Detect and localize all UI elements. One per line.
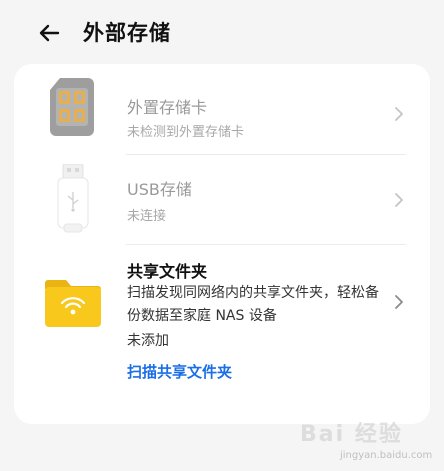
usb-storage-title: USB存储 — [127, 180, 192, 199]
shared-folder-description: 扫描发现同网络内的共享文件夹，轻松备份数据至家庭 NAS 设备 — [127, 285, 379, 324]
usb-drive-icon — [56, 163, 90, 238]
header: 外部存储 — [0, 0, 444, 66]
watermark: Bai 经验 jingyan.baidu.com — [300, 416, 440, 468]
scan-shared-folder-link[interactable]: 扫描共享文件夹 — [127, 361, 232, 382]
shared-folder-title: 共享文件夹 — [127, 262, 208, 281]
back-arrow-icon — [39, 24, 60, 42]
watermark-url: jingyan.baidu.com — [340, 450, 433, 461]
sd-card-subtitle: 未检测到外置存储卡 — [127, 125, 245, 140]
shared-folder-status: 未添加 — [127, 333, 169, 349]
sd-card-item[interactable]: 外置存储卡 未检测到外置存储卡 — [14, 72, 430, 154]
page-title: 外部存储 — [83, 21, 171, 45]
sd-card-title: 外置存储卡 — [127, 98, 208, 117]
external-storage-page: 外部存储 外置存储卡 未检测到外置存储卡 USB存储 未连接 共享文件夹 扫描发… — [0, 0, 444, 471]
usb-storage-item[interactable]: USB存储 未连接 — [14, 154, 430, 244]
sd-card-icon — [50, 78, 94, 140]
back-button[interactable] — [30, 14, 70, 54]
shared-folder-item[interactable]: 共享文件夹 扫描发现同网络内的共享文件夹，轻松备份数据至家庭 NAS 设备 未添… — [14, 244, 430, 424]
chevron-right-icon — [395, 193, 403, 207]
chevron-right-icon — [395, 107, 403, 121]
shared-folder-icon — [44, 276, 102, 332]
chevron-right-icon — [395, 295, 403, 309]
usb-storage-subtitle: 未连接 — [127, 209, 167, 224]
storage-list-card: 外置存储卡 未检测到外置存储卡 USB存储 未连接 共享文件夹 扫描发现同网络内… — [14, 64, 430, 424]
watermark-brand: Bai 经验 — [300, 422, 403, 447]
